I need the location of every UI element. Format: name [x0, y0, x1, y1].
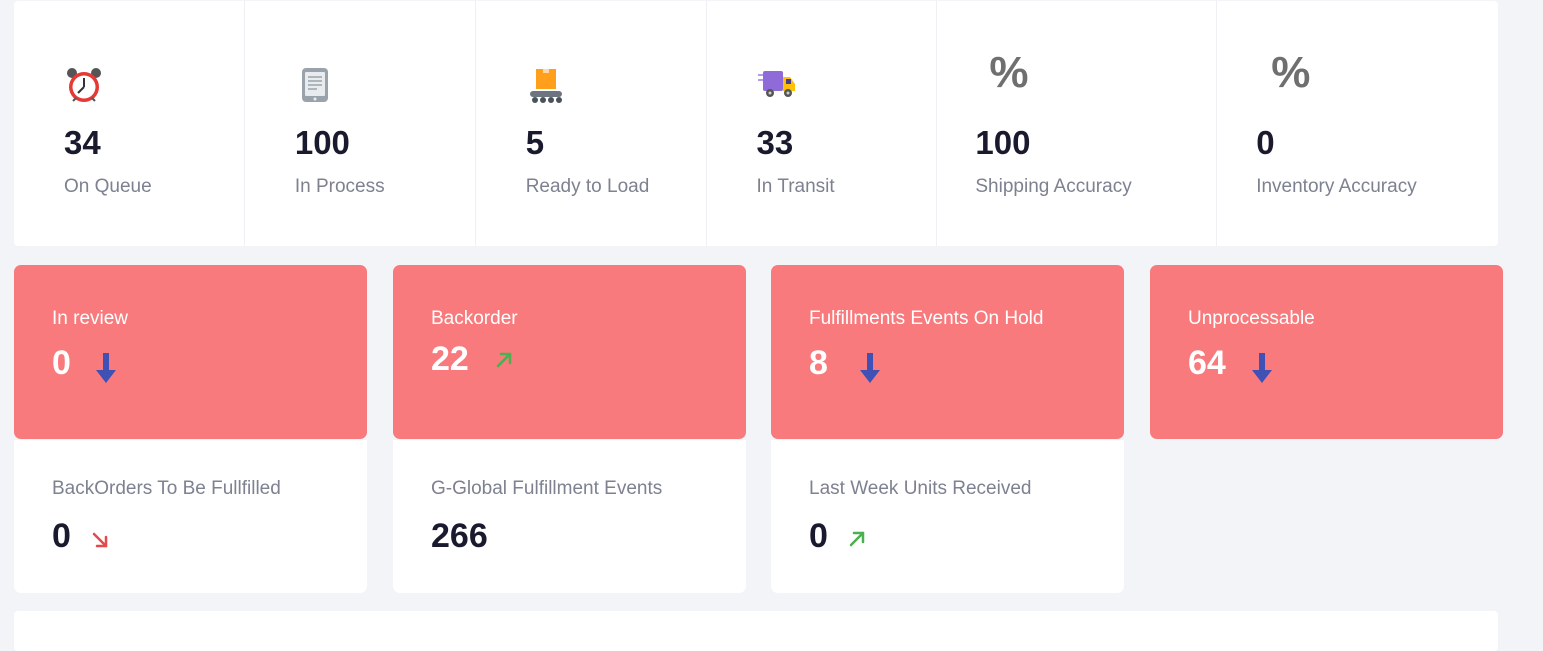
card-title: Unprocessable [1188, 308, 1315, 329]
card-title: Last Week Units Received [809, 478, 1032, 499]
card-global-fulfillment-events[interactable]: G-Global Fulfillment Events 266 [393, 440, 746, 593]
stat-in-transit[interactable]: 33 In Transit [707, 1, 938, 246]
stat-label: On Queue [64, 176, 152, 197]
card-backorders-to-be-fulfilled[interactable]: BackOrders To Be Fullfilled 0 [14, 440, 367, 593]
card-title: Backorder [431, 308, 518, 329]
stat-value: 33 [756, 124, 794, 161]
stat-label: Ready to Load [525, 176, 650, 197]
card-last-week-units-received[interactable]: Last Week Units Received 0 [771, 440, 1124, 593]
stat-label: Shipping Accuracy [975, 176, 1132, 197]
percent-icon: % [989, 48, 1029, 97]
stat-label: Inventory Accuracy [1256, 176, 1417, 197]
card-value: 0 [52, 517, 71, 555]
stat-on-queue[interactable]: 34 On Queue [14, 1, 245, 246]
card-backorder[interactable]: Backorder 22 [393, 265, 746, 439]
card-value: 266 [431, 517, 488, 555]
stat-shipping-accuracy[interactable]: % 100 Shipping Accuracy [937, 1, 1218, 246]
stat-value: 34 [64, 124, 101, 161]
stat-value: 0 [1256, 124, 1275, 161]
card-value: 0 [809, 517, 828, 555]
stat-inventory-accuracy[interactable]: % 0 Inventory Accuracy [1217, 1, 1498, 246]
stat-value: 100 [975, 124, 1031, 161]
truck-icon [757, 71, 795, 97]
card-value: 64 [1188, 344, 1226, 382]
card-title: In review [52, 308, 129, 329]
card-title: G-Global Fulfillment Events [431, 478, 663, 499]
card-title: BackOrders To Be Fullfilled [52, 478, 281, 499]
summary-stats-bar: 34 On Queue 100 In Process 5 Ready to Lo… [14, 1, 1498, 246]
arrow-up-right-icon [849, 531, 865, 547]
card-value: 0 [52, 344, 71, 382]
card-in-review[interactable]: In review 0 [14, 265, 367, 439]
arrow-down-icon [96, 353, 116, 383]
arrow-down-icon [1252, 353, 1272, 383]
stat-ready-to-load[interactable]: 5 Ready to Load [476, 1, 707, 246]
stat-value: 5 [525, 124, 545, 161]
arrow-down-right-icon [92, 532, 108, 548]
card-unprocessable[interactable]: Unprocessable 64 [1150, 265, 1503, 439]
alarm-clock-icon [67, 68, 101, 102]
card-title: Fulfillments Events On Hold [809, 308, 1044, 329]
arrow-down-icon [860, 353, 880, 383]
percent-icon: % [1271, 48, 1311, 97]
card-value: 8 [809, 344, 828, 382]
bottom-panel [14, 611, 1498, 651]
document-icon [301, 68, 328, 102]
stat-label: In Transit [756, 176, 835, 197]
arrow-up-right-icon [496, 352, 512, 368]
stat-label: In Process [294, 176, 385, 197]
card-value: 22 [431, 340, 469, 378]
stat-value: 100 [294, 124, 350, 161]
card-fulfillments-on-hold[interactable]: Fulfillments Events On Hold 8 [771, 265, 1124, 439]
stat-in-process[interactable]: 100 In Process [245, 1, 476, 246]
conveyor-box-icon [529, 69, 562, 103]
